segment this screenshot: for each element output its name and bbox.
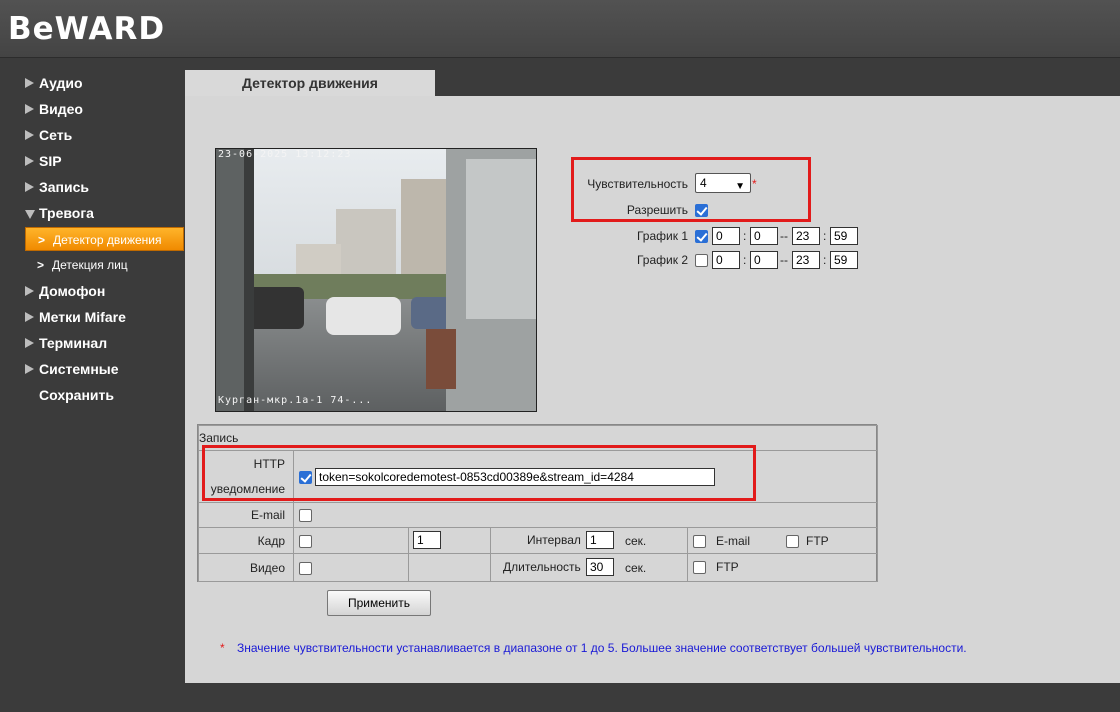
record-title: Запись xyxy=(199,431,239,445)
interval-input[interactable]: 1 xyxy=(586,531,614,549)
video-ftp-label: FTP xyxy=(716,560,739,574)
apply-button[interactable]: Применить xyxy=(327,590,431,616)
duration-label: Длительность xyxy=(503,560,581,574)
schedule2-start-minute[interactable]: 0 xyxy=(750,251,778,269)
camera-timestamp: 23-06-2025 13:12:23 xyxy=(218,149,352,160)
interval-unit: сек. xyxy=(625,534,647,548)
schedule1-start-minute[interactable]: 0 xyxy=(750,227,778,245)
expand-arrow-icon xyxy=(25,364,34,374)
frame-email-label: E-mail xyxy=(716,534,751,548)
camera-image xyxy=(216,149,536,411)
schedule2-end-hour[interactable]: 23 xyxy=(792,251,820,269)
schedule1-end-minute[interactable]: 59 xyxy=(830,227,858,245)
header-bar: BeWARD xyxy=(0,0,1120,58)
sidebar-item-sip[interactable]: SIP xyxy=(25,149,185,173)
sidebar-item-intercom[interactable]: Домофон xyxy=(25,279,185,303)
collapse-arrow-icon xyxy=(25,210,35,219)
frame-ftp-checkbox[interactable] xyxy=(786,535,799,548)
expand-arrow-icon xyxy=(25,182,34,192)
sidebar-item-mifare[interactable]: Метки Mifare xyxy=(25,305,185,329)
interval-label: Интервал xyxy=(527,533,581,547)
chevron-right-icon: > xyxy=(37,258,45,272)
sidebar-item-audio[interactable]: Аудио xyxy=(25,71,185,95)
schedule2-label: График 2 xyxy=(636,253,688,267)
sensitivity-note: * Значение чувствительности устанавливае… xyxy=(220,641,967,655)
sidebar-item-network[interactable]: Сеть xyxy=(25,123,185,147)
frame-label: Кадр xyxy=(257,534,285,548)
schedule2-end-minute[interactable]: 59 xyxy=(830,251,858,269)
schedule1-checkbox[interactable] xyxy=(695,230,708,243)
note-asterisk: * xyxy=(220,641,225,655)
highlight-box-sensitivity xyxy=(571,157,811,222)
schedule2-start-hour[interactable]: 0 xyxy=(712,251,740,269)
sidebar-item-system[interactable]: Системные xyxy=(25,357,185,381)
video-ftp-checkbox[interactable] xyxy=(693,561,706,574)
video-label: Видео xyxy=(249,561,285,575)
expand-arrow-icon xyxy=(25,338,34,348)
tab-motion-detector[interactable]: Детектор движения xyxy=(185,70,435,96)
expand-arrow-icon xyxy=(25,104,34,114)
camera-caption: Курган-мкр.1а-1 74-... xyxy=(218,395,373,406)
email-label: E-mail xyxy=(250,508,285,522)
frame-email-checkbox[interactable] xyxy=(693,535,706,548)
schedule2-checkbox[interactable] xyxy=(695,254,708,267)
highlight-box-http xyxy=(202,445,756,501)
expand-arrow-icon xyxy=(25,286,34,296)
expand-arrow-icon xyxy=(25,312,34,322)
duration-input[interactable]: 30 xyxy=(586,558,614,576)
frame-ftp-label: FTP xyxy=(806,534,829,548)
duration-unit: сек. xyxy=(625,561,647,575)
sidebar-item-terminal[interactable]: Терминал xyxy=(25,331,185,355)
schedule1-start-hour[interactable]: 0 xyxy=(712,227,740,245)
camera-preview[interactable]: 23-06-2025 13:12:23 Курган-мкр.1а-1 74-.… xyxy=(215,148,537,412)
expand-arrow-icon xyxy=(25,130,34,140)
video-checkbox[interactable] xyxy=(299,562,312,575)
beward-logo: BeWARD xyxy=(8,11,166,47)
expand-arrow-icon xyxy=(25,78,34,88)
email-checkbox[interactable] xyxy=(299,509,312,522)
schedule1-label: График 1 xyxy=(636,229,688,243)
sidebar-subitem-face-detection[interactable]: > Детекция лиц xyxy=(25,253,184,277)
sidebar-item-save[interactable]: Сохранить xyxy=(25,383,185,407)
sidebar-item-video[interactable]: Видео xyxy=(25,97,185,121)
schedule1-end-hour[interactable]: 23 xyxy=(792,227,820,245)
sidebar-item-alarm[interactable]: Тревога xyxy=(25,201,185,225)
expand-arrow-icon xyxy=(25,156,34,166)
frame-checkbox[interactable] xyxy=(299,535,312,548)
sidebar-subitem-motion-detector[interactable]: > Детектор движения xyxy=(25,227,184,251)
sidebar-item-record[interactable]: Запись xyxy=(25,175,185,199)
frame-count-input[interactable]: 1 xyxy=(413,531,441,549)
main-content: 23-06-2025 13:12:23 Курган-мкр.1а-1 74-.… xyxy=(185,96,1120,683)
chevron-right-icon: > xyxy=(38,233,46,247)
